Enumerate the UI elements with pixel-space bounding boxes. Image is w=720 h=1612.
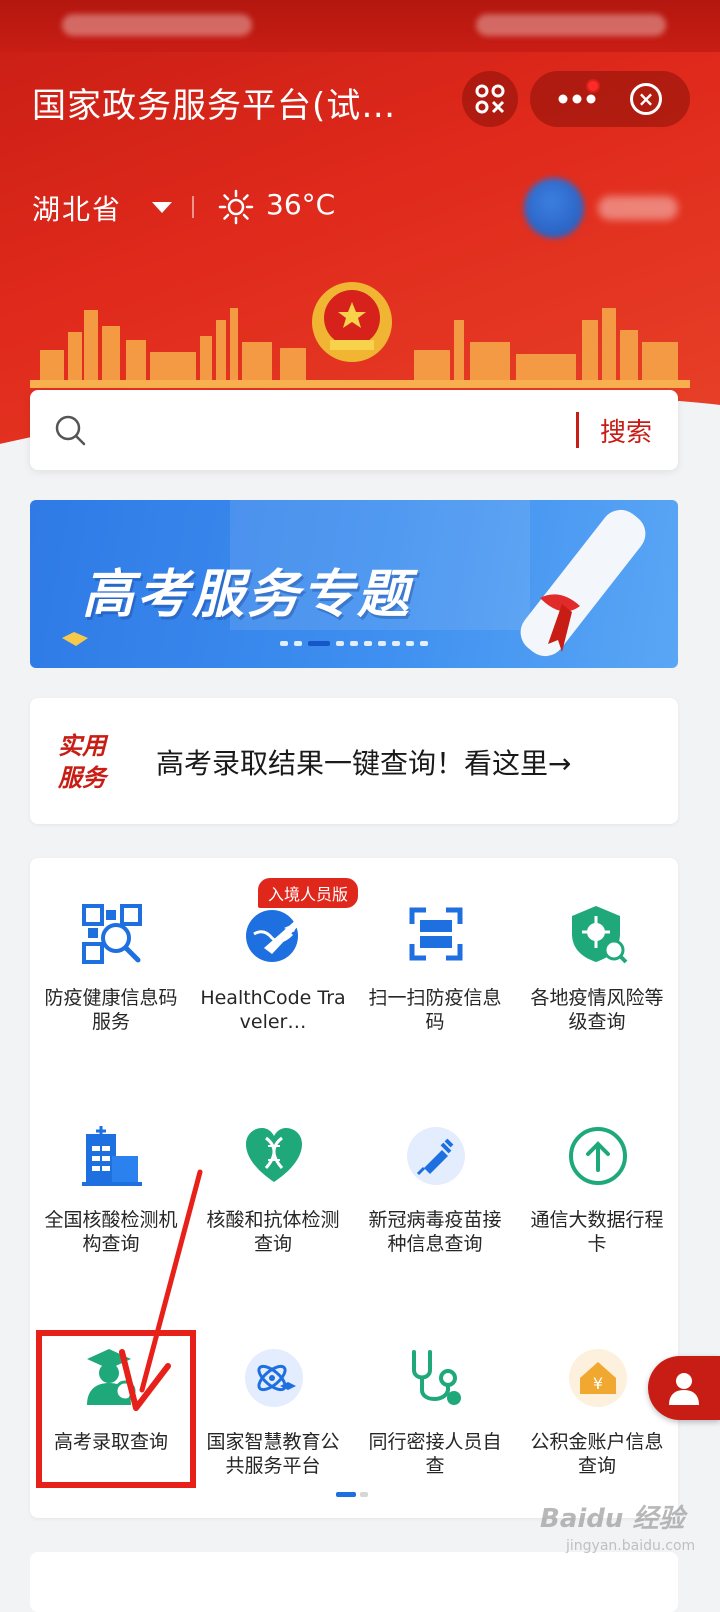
scan-icon (404, 902, 468, 966)
divider (192, 196, 194, 218)
service-label: 扫一扫防疫信息码 (368, 987, 502, 1033)
search-divider (576, 412, 579, 448)
service-label: 核酸和抗体检测查询 (206, 1209, 340, 1255)
banner-title: 高考服务专题 (82, 565, 413, 625)
service-label: 新冠病毒疫苗接种信息查询 (368, 1209, 502, 1255)
service-label: 国家智慧教育公共服务平台 (206, 1431, 340, 1477)
service-tile-smart-education[interactable]: 国家智慧教育公共服务平台 (192, 1302, 354, 1502)
gaokao-banner[interactable]: 高考服务专题 (30, 500, 678, 668)
banner-dot (294, 641, 302, 646)
banner-dot (378, 641, 386, 646)
page-dot (360, 1492, 368, 1497)
banner-dot (392, 641, 400, 646)
service-label: 全国核酸检测机构查询 (44, 1209, 178, 1255)
qr-search-icon (80, 902, 144, 966)
service-label: HealthCode Traveler… (200, 987, 346, 1033)
banner-pagination (280, 641, 428, 646)
dna-heart-icon (242, 1124, 306, 1188)
sun-icon (218, 189, 254, 225)
badge-line-1: 实用 (58, 732, 106, 760)
practical-service-link[interactable]: 高考录取结果一键查询！看这里→ (156, 742, 571, 782)
hospital-icon (80, 1124, 144, 1188)
service-tile-close-contact[interactable]: 同行密接人员自查 (354, 1302, 516, 1502)
diploma-scroll-illustration (520, 509, 646, 657)
search-button[interactable]: 搜索 (600, 412, 652, 449)
book-illustration (62, 632, 88, 646)
status-bar-carrier-blurred (62, 14, 252, 36)
svg-text:¥: ¥ (593, 1374, 603, 1393)
service-label: 防疫健康信息码服务 (44, 987, 178, 1033)
service-label: 同行密接人员自查 (368, 1431, 502, 1477)
status-bar-icons-blurred (476, 14, 666, 36)
temperature: 36°C (266, 188, 336, 221)
search-bar[interactable]: 搜索 (30, 390, 678, 470)
service-tile-vaccine-info[interactable]: 新冠病毒疫苗接种信息查询 (354, 1080, 516, 1280)
service-tile-travel-card[interactable]: 通信大数据行程卡 (516, 1080, 678, 1280)
banner-dot (350, 641, 358, 646)
service-label: 各地疫情风险等级查询 (530, 987, 664, 1033)
grid-pagination (336, 1492, 368, 1497)
virus-shield-icon (566, 902, 630, 966)
miniapp-capsule: × (530, 71, 690, 127)
app-title: 国家政务服务平台(试… (32, 86, 397, 126)
chevron-down-icon[interactable] (152, 202, 172, 213)
highlight-box (36, 1330, 196, 1488)
page-dot-active (336, 1492, 356, 1497)
stethoscope-icon (404, 1346, 468, 1410)
user-avatar[interactable] (524, 178, 584, 238)
user-name-blurred (598, 196, 678, 220)
banner-dot (364, 641, 372, 646)
service-tile-health-code[interactable]: 防疫健康信息码服务 (30, 858, 192, 1058)
banner-dot (280, 641, 288, 646)
next-section-card (30, 1552, 678, 1612)
banner-dot (420, 641, 428, 646)
service-tile-scan-code[interactable]: 扫一扫防疫信息码 (354, 858, 516, 1058)
service-label: 公积金账户信息查询 (530, 1431, 664, 1477)
service-tile-nucleic-antibody[interactable]: 核酸和抗体检测查询 (192, 1080, 354, 1280)
banner-dot-active (308, 641, 330, 646)
status-bar (0, 0, 720, 52)
person-icon (669, 1373, 699, 1405)
inbound-personnel-tag: 入境人员版 (258, 878, 359, 908)
badge-line-2: 服务 (58, 764, 106, 792)
customer-service-button[interactable] (648, 1356, 720, 1420)
watermark-url: jingyan.baidu.com (566, 1538, 696, 1554)
banner-dot (406, 641, 414, 646)
province-selector[interactable]: 湖北省 (32, 188, 122, 228)
more-button[interactable] (548, 71, 606, 127)
service-tile-testing-institutions[interactable]: 全国核酸检测机构查询 (30, 1080, 192, 1280)
vaccine-icon (404, 1124, 468, 1188)
close-icon: × (637, 87, 655, 111)
practical-service-card[interactable]: 实用 服务 高考录取结果一键查询！看这里→ (30, 698, 678, 824)
education-atom-icon (242, 1346, 306, 1410)
practical-service-badge: 实用 服务 (58, 730, 122, 794)
search-icon (55, 415, 86, 446)
globe-plane-icon (242, 902, 306, 966)
yuan-house-icon: ¥ (566, 1346, 630, 1410)
close-button[interactable]: × (630, 83, 662, 115)
more-dots-icon (558, 94, 596, 104)
notification-dot (586, 79, 600, 93)
service-label: 通信大数据行程卡 (530, 1209, 664, 1255)
scan-button[interactable] (462, 71, 518, 127)
arrow-up-circle-icon (566, 1124, 630, 1188)
service-tile-risk-level[interactable]: 各地疫情风险等级查询 (516, 858, 678, 1058)
city-skyline-illustration (30, 282, 690, 388)
banner-dot (336, 641, 344, 646)
watermark-logo: Baidu 经验 (540, 1504, 685, 1534)
scan-grid-icon (475, 84, 505, 114)
